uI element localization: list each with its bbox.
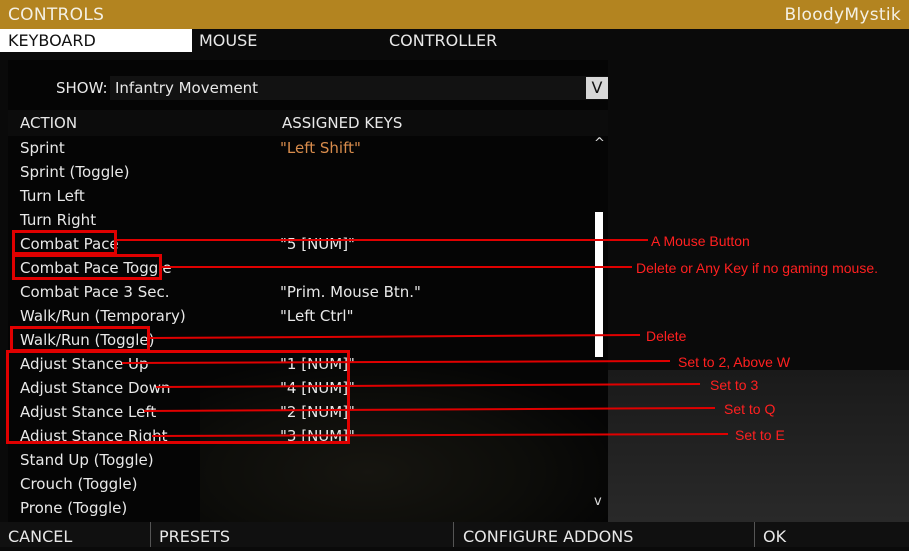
ok-button[interactable]: OK [755,522,909,547]
action-label[interactable]: Crouch (Toggle) [20,475,137,493]
presets-button[interactable]: PRESETS [151,522,454,547]
title-bar: CONTROLS BloodyMystik [0,0,909,29]
tab-controller[interactable]: CONTROLLER [381,29,497,52]
window-title: CONTROLS [8,4,105,25]
annotation-walk-run-toggle: Delete [646,328,687,344]
assigned-key[interactable]: "Left Shift" [280,139,361,157]
annotation-stance-left: Set to Q [724,401,776,417]
highlight-box-adjust-stance [6,350,350,444]
annotation-stance-up: Set to 2, Above W [678,354,791,370]
assigned-key[interactable]: "Left Ctrl" [280,307,353,325]
action-label[interactable]: Stand Up (Toggle) [20,451,154,469]
assigned-key[interactable]: "5 [NUM]" [280,235,355,253]
show-dropdown[interactable]: Infantry Movement V [110,76,608,100]
highlight-box-combat-pace-toggle [12,254,162,280]
action-label[interactable]: Walk/Run (Temporary) [20,307,186,325]
action-label[interactable]: Turn Left [20,187,85,205]
annotation-combat-pace-toggle: Delete or Any Key if no gaming mouse. [636,260,879,276]
action-label[interactable]: Combat Pace 3 Sec. [20,283,170,301]
highlight-box-combat-pace [12,230,117,255]
action-label[interactable]: Prone (Toggle) [20,499,127,517]
background-right-panel [608,370,909,530]
tab-mouse[interactable]: MOUSE [191,29,257,52]
configure-addons-button[interactable]: CONFIGURE ADDONS [455,522,755,547]
assigned-key[interactable]: "Prim. Mouse Btn." [280,283,421,301]
tab-bar: KEYBOARD MOUSE CONTROLLER [0,29,909,52]
chevron-down-icon[interactable]: V [586,77,608,99]
column-header-assigned-keys: ASSIGNED KEYS [282,114,403,132]
highlight-box-walk-run-toggle [10,326,150,352]
cancel-button[interactable]: CANCEL [0,522,151,547]
annotation-stance-right: Set to E [735,427,785,443]
annotation-combat-pace: A Mouse Button [651,233,750,249]
scrollbar-thumb[interactable] [595,212,603,357]
action-label[interactable]: Sprint (Toggle) [20,163,129,181]
show-label: SHOW: [56,79,108,97]
tab-keyboard[interactable]: KEYBOARD [0,29,192,52]
scroll-up-arrow[interactable]: ^ [594,136,605,151]
action-label[interactable]: Sprint [20,139,65,157]
annotation-stance-down: Set to 3 [710,377,759,393]
column-header-action: ACTION [20,114,78,132]
scroll-down-arrow[interactable]: v [594,494,602,509]
show-dropdown-value: Infantry Movement [115,79,259,97]
action-label[interactable]: Turn Right [20,211,96,229]
profile-name: BloodyMystik [784,4,901,25]
